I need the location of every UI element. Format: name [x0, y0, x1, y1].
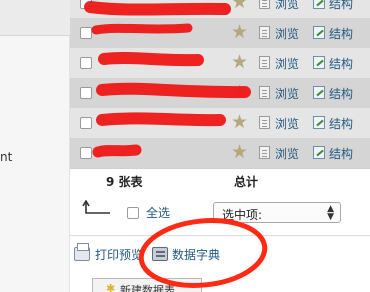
browse-link[interactable]: 浏览: [275, 25, 299, 42]
table-row[interactable]: ★ 浏览 结构: [70, 138, 370, 168]
row-checkbox[interactable]: [80, 117, 92, 129]
star-icon[interactable]: ★: [231, 51, 248, 73]
star-icon[interactable]: ★: [231, 81, 248, 103]
structure-icon[interactable]: [313, 86, 325, 99]
star-icon[interactable]: ★: [231, 21, 248, 43]
star-icon[interactable]: ★: [231, 0, 248, 13]
left-panel-text: nt: [0, 150, 13, 164]
browse-icon[interactable]: [259, 0, 270, 9]
table-row[interactable]: ★ 浏览 结构: [70, 18, 370, 48]
structure-link[interactable]: 结构: [329, 115, 353, 132]
browse-link[interactable]: 浏览: [275, 85, 299, 102]
bulk-actions-bar: 全选 选中项: ▲ ▼: [70, 190, 370, 236]
structure-icon[interactable]: [313, 56, 325, 69]
structure-icon[interactable]: [313, 116, 325, 129]
print-view-link[interactable]: 打印预览: [95, 246, 143, 263]
browse-icon[interactable]: [259, 116, 270, 129]
structure-link[interactable]: 结构: [329, 145, 353, 162]
new-table-tab[interactable]: ✱ 新建数据表: [92, 278, 202, 292]
browse-icon[interactable]: [259, 26, 270, 39]
browse-icon[interactable]: [259, 56, 270, 69]
browse-link[interactable]: 浏览: [275, 115, 299, 132]
star-icon[interactable]: ★: [231, 111, 248, 133]
new-table-icon: ✱: [106, 282, 116, 292]
with-selected-value: 选中项:: [222, 208, 263, 222]
browse-link[interactable]: 浏览: [275, 0, 299, 12]
row-checkbox[interactable]: [80, 57, 92, 69]
row-checkbox[interactable]: [80, 147, 92, 159]
table-list-pane: ★ 浏览 结构 ★ 浏览 结构 ★ 浏览 结构 ★ 浏览 结构 ★ 浏览 结构 …: [70, 0, 370, 292]
table-summary-row: 9 张表 总计: [70, 168, 370, 190]
with-selected-dropdown[interactable]: 选中项: ▲ ▼: [213, 202, 341, 223]
print-icon[interactable]: [74, 243, 90, 261]
new-table-label: 新建数据表: [120, 284, 175, 292]
structure-icon[interactable]: [313, 26, 325, 39]
structure-link[interactable]: 结构: [329, 85, 353, 102]
table-row[interactable]: ★ 浏览 结构: [70, 0, 370, 18]
dropdown-caret-icon: ▲ ▼: [327, 204, 334, 222]
browse-icon[interactable]: [259, 146, 270, 159]
browse-link[interactable]: 浏览: [275, 55, 299, 72]
total-label: 总计: [234, 175, 259, 189]
table-row[interactable]: ★ 浏览 结构: [70, 78, 370, 108]
table-row[interactable]: ★ 浏览 结构: [70, 48, 370, 78]
browse-link[interactable]: 浏览: [275, 145, 299, 162]
select-arrow-icon: [82, 200, 110, 214]
row-checkbox[interactable]: [80, 27, 92, 39]
table-count: 9 张表: [106, 175, 143, 189]
select-all-checkbox[interactable]: [127, 207, 139, 219]
data-dictionary-icon[interactable]: [152, 247, 168, 261]
select-all-link[interactable]: 全选: [146, 204, 170, 221]
browse-icon[interactable]: [259, 86, 270, 99]
row-checkbox[interactable]: [80, 0, 92, 9]
table-list: ★ 浏览 结构 ★ 浏览 结构 ★ 浏览 结构 ★ 浏览 结构 ★ 浏览 结构 …: [70, 0, 370, 190]
structure-link[interactable]: 结构: [329, 0, 353, 12]
star-icon[interactable]: ★: [231, 141, 248, 163]
row-checkbox[interactable]: [80, 87, 92, 99]
structure-icon[interactable]: [313, 146, 325, 159]
data-dictionary-link[interactable]: 数据字典: [172, 246, 220, 263]
left-navigation-panel: nt: [0, 0, 70, 292]
table-row[interactable]: ★ 浏览 结构: [70, 108, 370, 138]
page-actions: 打印预览 数据字典 ✱ 新建数据表: [70, 236, 370, 292]
structure-link[interactable]: 结构: [329, 55, 353, 72]
left-panel-header: [0, 0, 70, 36]
structure-link[interactable]: 结构: [329, 25, 353, 42]
structure-icon[interactable]: [313, 0, 325, 9]
